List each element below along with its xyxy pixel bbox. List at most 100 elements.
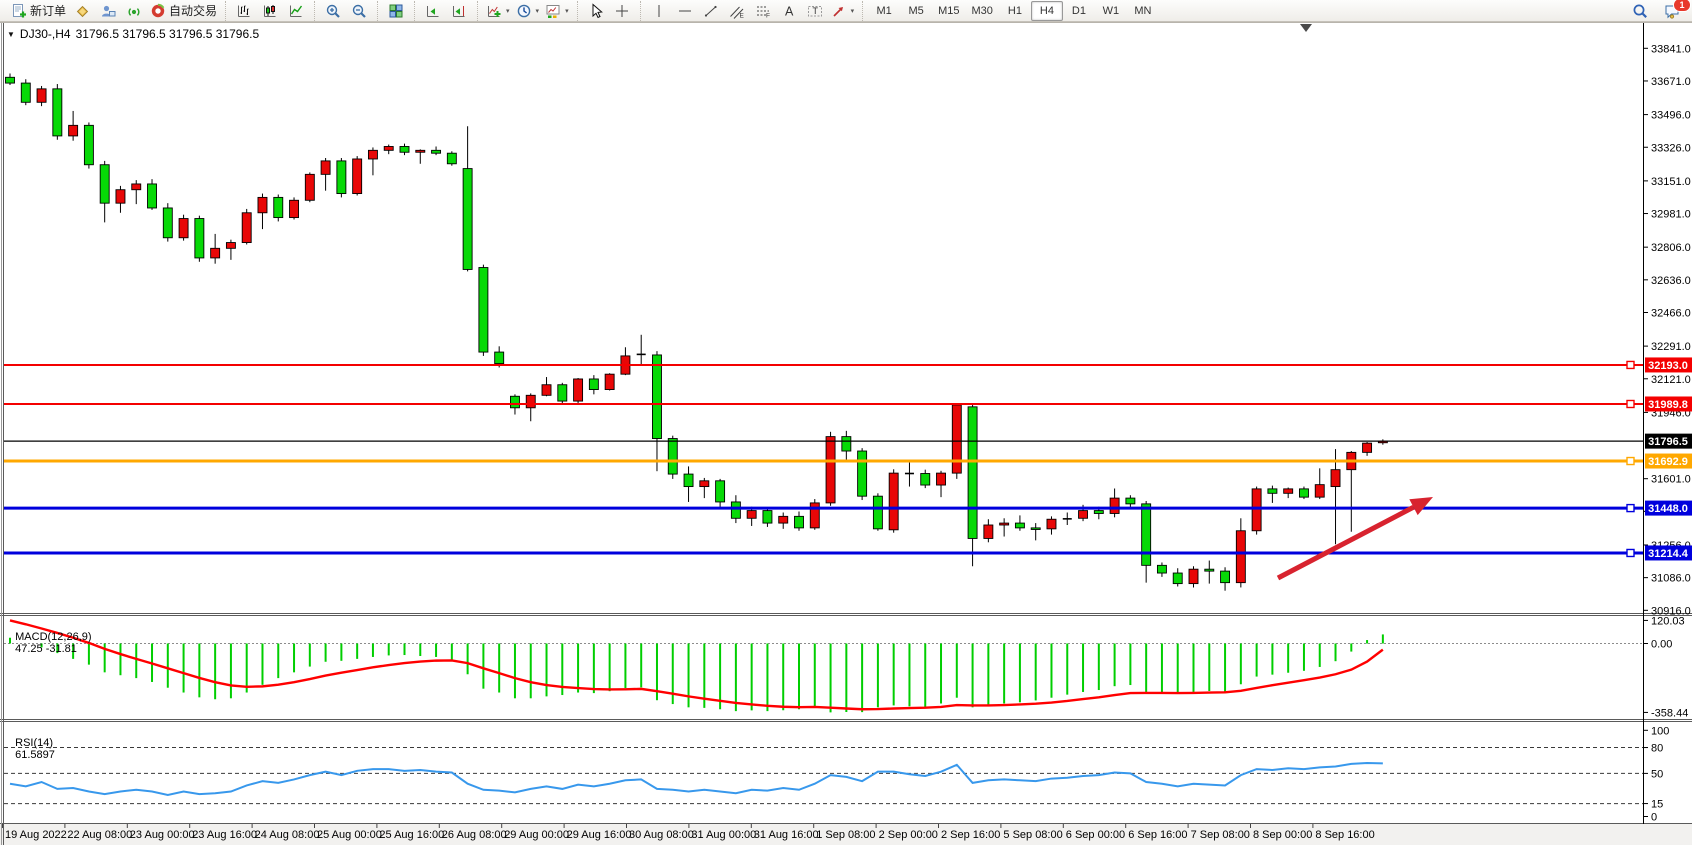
svg-text:32466.0: 32466.0 (1651, 307, 1691, 319)
indicators-icon (486, 3, 502, 19)
line-chart-button[interactable] (283, 1, 309, 21)
timeframe-group: M1M5M15M30H1H4D1W1MN (862, 1, 1162, 21)
svg-text:25 Aug 00:00: 25 Aug 00:00 (317, 829, 382, 841)
svg-text:2 Sep 00:00: 2 Sep 00:00 (879, 829, 938, 841)
auto-scroll-button[interactable] (420, 1, 446, 21)
svg-text:A: A (785, 4, 794, 18)
svg-text:80: 80 (1651, 743, 1663, 755)
crosshair-button[interactable] (609, 1, 635, 21)
svg-text:31086.0: 31086.0 (1651, 573, 1691, 585)
timeframe-m30-button[interactable]: M30 (966, 1, 999, 21)
dropdown-caret-icon: ▾ (506, 7, 510, 15)
vertical-line-button[interactable] (646, 1, 672, 21)
svg-text:8 Sep 16:00: 8 Sep 16:00 (1315, 829, 1374, 841)
svg-text:32636.0: 32636.0 (1651, 275, 1691, 287)
svg-text:33151.0: 33151.0 (1651, 176, 1691, 188)
main-toolbar: 新订单 自动交易 ▾ ▾ ▾ E F A T ▾ M1M5M15M30H1H4D1W1MN 1 (0, 0, 1692, 22)
svg-text:19 Aug 2022: 19 Aug 2022 (5, 829, 67, 841)
templates-icon (545, 3, 561, 19)
channel-icon: E (729, 3, 745, 19)
svg-text:31448.0: 31448.0 (1648, 503, 1688, 515)
search-button[interactable] (1627, 1, 1653, 21)
svg-text:31989.8: 31989.8 (1648, 399, 1688, 411)
chart-shift-icon (451, 3, 467, 19)
timeframe-h4-button[interactable]: H4 (1031, 1, 1063, 21)
search-icon (1632, 3, 1648, 19)
profile-button[interactable] (95, 1, 121, 21)
autotrading-button[interactable]: 自动交易 (147, 1, 220, 21)
new-order-button[interactable]: 新订单 (8, 1, 69, 21)
svg-text:0: 0 (1651, 812, 1657, 824)
chart-shift-button[interactable] (446, 1, 472, 21)
svg-text:15: 15 (1651, 799, 1663, 811)
candles-chart-button[interactable] (257, 1, 283, 21)
auto-scroll-icon (425, 3, 441, 19)
indicators-button[interactable]: ▾ (483, 1, 513, 21)
timeframe-w1-button[interactable]: W1 (1095, 1, 1127, 21)
zoom-in-button[interactable] (320, 1, 346, 21)
dropdown-caret-icon: ▾ (565, 7, 569, 15)
tile-windows-button[interactable] (383, 1, 409, 21)
text-button[interactable]: A (776, 1, 802, 21)
label-button[interactable]: T (802, 1, 828, 21)
zoom-out-button[interactable] (346, 1, 372, 21)
fibonacci-button[interactable]: F (750, 1, 776, 21)
timeframe-mn-button[interactable]: MN (1127, 1, 1159, 21)
timeframe-h1-button[interactable]: H1 (999, 1, 1031, 21)
svg-text:22 Aug 08:00: 22 Aug 08:00 (67, 829, 132, 841)
dropdown-caret-icon: ▾ (851, 7, 855, 15)
svg-text:100: 100 (1651, 725, 1669, 737)
trendline-icon (703, 3, 719, 19)
crosshair-icon (614, 3, 630, 19)
tile-windows-icon (388, 3, 404, 19)
notifications-button[interactable]: 1 (1659, 1, 1685, 21)
periods-button[interactable]: ▾ (513, 1, 543, 21)
svg-text:32121.0: 32121.0 (1651, 374, 1691, 386)
bars-chart-icon (236, 3, 252, 19)
channel-button[interactable]: E (724, 1, 750, 21)
svg-text:32291.0: 32291.0 (1651, 341, 1691, 353)
svg-text:26 Aug 08:00: 26 Aug 08:00 (442, 829, 507, 841)
vline-icon (651, 3, 667, 19)
svg-text:31692.9: 31692.9 (1648, 456, 1688, 468)
trendline-button[interactable] (698, 1, 724, 21)
cursor-button[interactable] (583, 1, 609, 21)
svg-text:5 Sep 08:00: 5 Sep 08:00 (1003, 829, 1062, 841)
signals-button[interactable] (121, 1, 147, 21)
svg-text:8 Sep 00:00: 8 Sep 00:00 (1253, 829, 1312, 841)
timeframe-m15-button[interactable]: M15 (932, 1, 965, 21)
timeframe-d1-button[interactable]: D1 (1063, 1, 1095, 21)
market-button[interactable] (69, 1, 95, 21)
svg-text:1 Sep 08:00: 1 Sep 08:00 (816, 829, 875, 841)
toolbar-group (314, 1, 375, 21)
templates-button[interactable]: ▾ (542, 1, 572, 21)
new-order-icon (11, 3, 27, 19)
svg-text:31 Aug 00:00: 31 Aug 00:00 (691, 829, 756, 841)
chart-canvas[interactable]: 33841.033671.033496.033326.033151.032981… (0, 0, 1692, 845)
timeframe-m5-button[interactable]: M5 (900, 1, 932, 21)
svg-text:31 Aug 16:00: 31 Aug 16:00 (754, 829, 819, 841)
svg-text:F: F (766, 12, 770, 19)
svg-text:33326.0: 33326.0 (1651, 142, 1691, 154)
dropdown-caret-icon: ▾ (536, 7, 540, 15)
label-icon: T (807, 3, 823, 19)
svg-text:23 Aug 00:00: 23 Aug 00:00 (130, 829, 195, 841)
svg-text:120.03: 120.03 (1651, 615, 1685, 627)
svg-text:31214.4: 31214.4 (1648, 548, 1689, 560)
bars-chart-button[interactable] (231, 1, 257, 21)
timeframe-m1-button[interactable]: M1 (868, 1, 900, 21)
arrows-button[interactable]: ▾ (828, 1, 858, 21)
toolbar-group: E F A T ▾ (640, 1, 861, 21)
toolbar-group: 新订单 自动交易 (3, 1, 223, 21)
svg-text:6 Sep 16:00: 6 Sep 16:00 (1128, 829, 1187, 841)
text-icon: A (781, 3, 797, 19)
svg-text:33841.0: 33841.0 (1651, 43, 1691, 55)
svg-text:31796.5: 31796.5 (1648, 436, 1688, 448)
hline-icon (677, 3, 693, 19)
svg-text:T: T (812, 6, 818, 16)
toolbar-group (225, 1, 312, 21)
horizontal-line-button[interactable] (672, 1, 698, 21)
autotrading-button-label: 自动交易 (169, 2, 217, 19)
zoom-in-icon (325, 3, 341, 19)
cursor-icon (588, 3, 604, 19)
